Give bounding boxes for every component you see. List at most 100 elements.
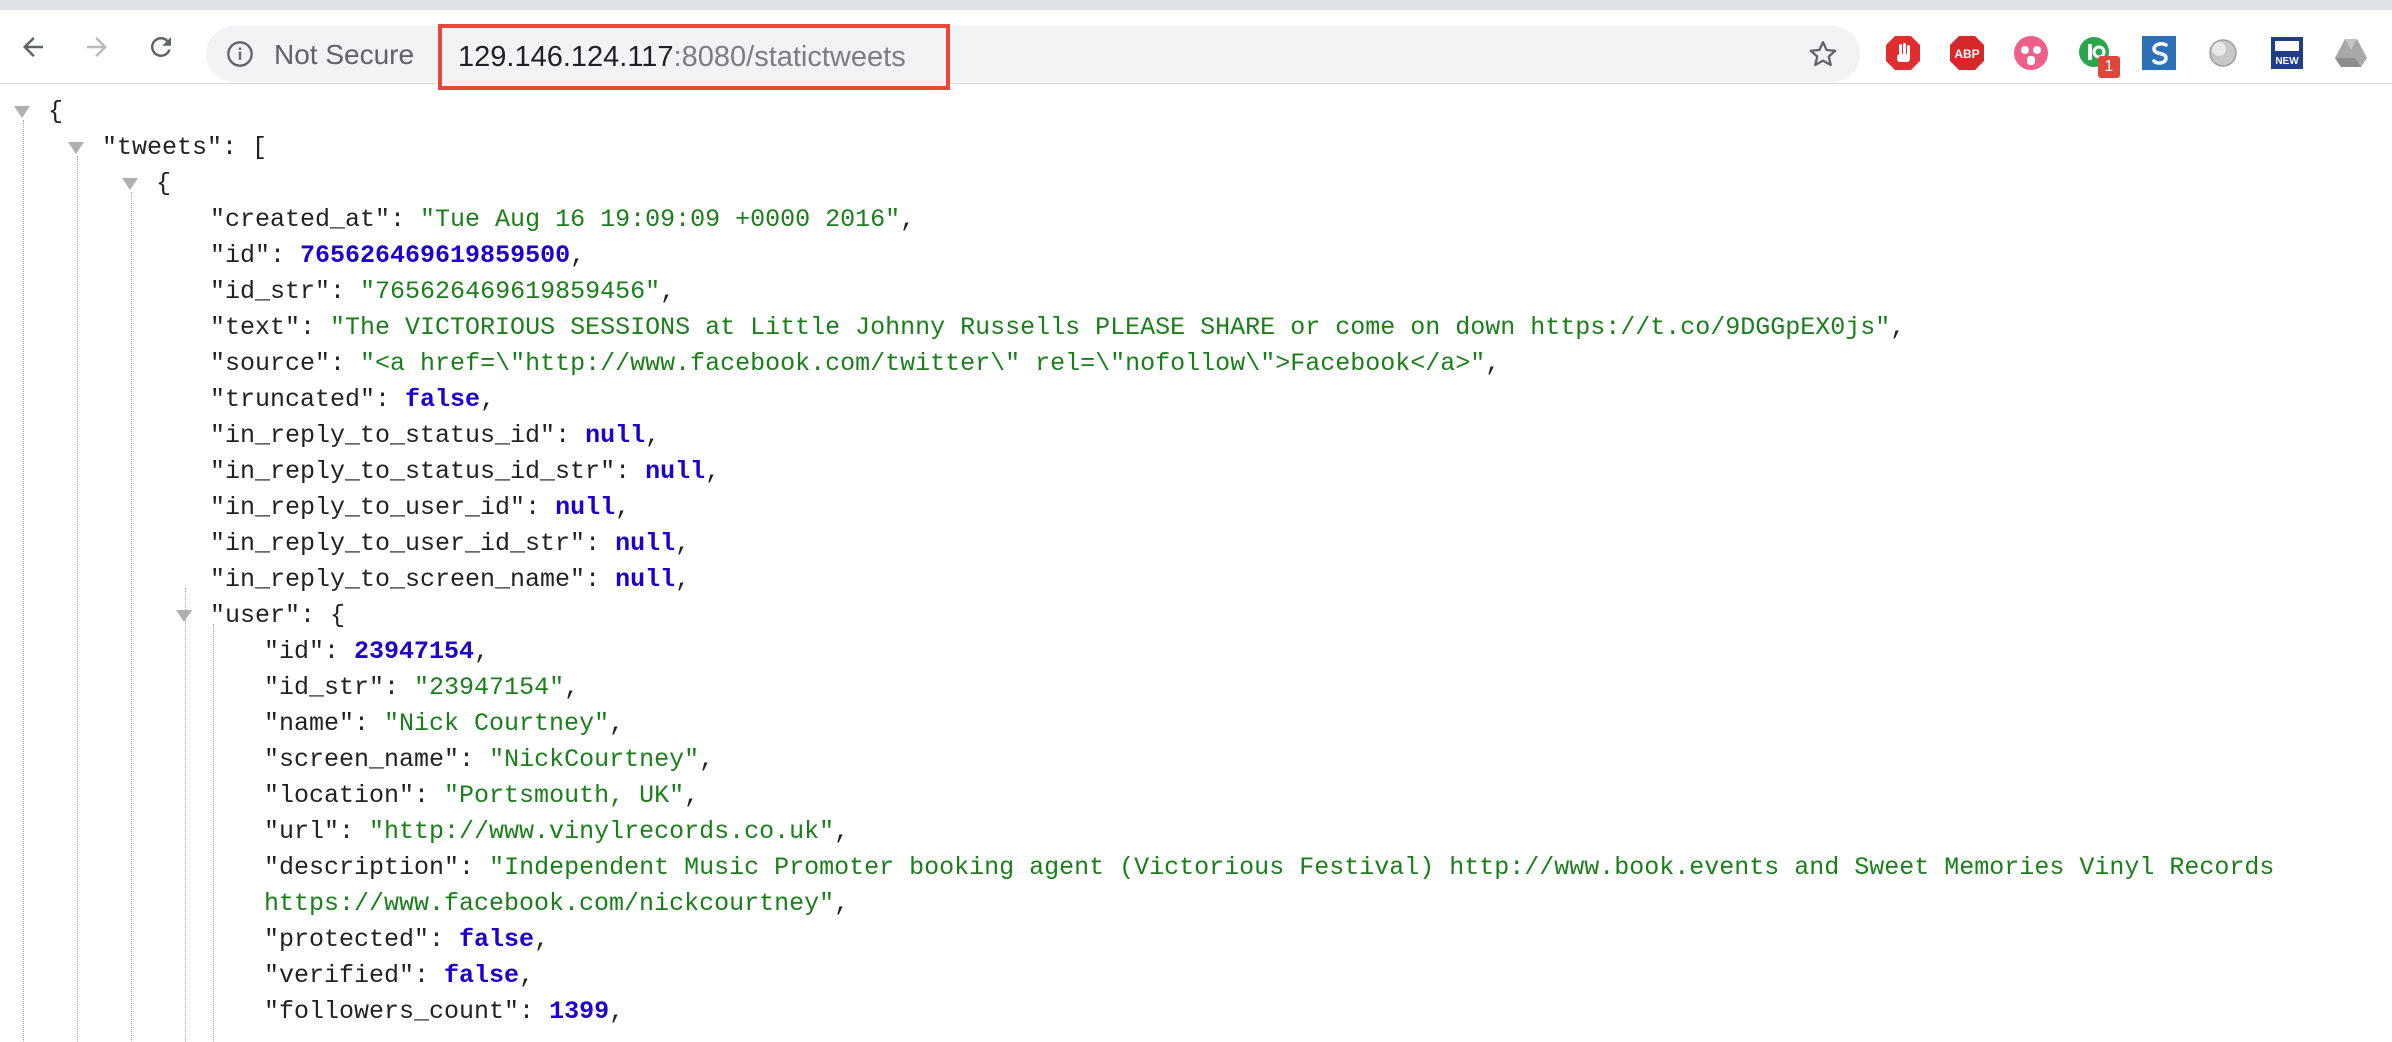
json-null-value: null: [645, 457, 706, 486]
json-line: "id": 23947154,: [264, 637, 490, 666]
stop-hand-icon: [1886, 36, 1920, 70]
json-key: "text": [210, 313, 301, 342]
json-null-value: null: [585, 421, 646, 450]
json-key: "id": [210, 241, 271, 270]
json-line: "description": "Independent Music Promot…: [264, 853, 2275, 882]
json-key: "tweets": [102, 133, 223, 162]
info-icon[interactable]: [226, 40, 254, 68]
json-null-value: null: [615, 565, 676, 594]
json-line: "in_reply_to_status_id": null,: [210, 421, 661, 450]
extension-stop-hand[interactable]: [1884, 34, 1922, 72]
reload-icon: [150, 36, 171, 57]
json-string-value: "23947154": [414, 673, 565, 702]
back-button[interactable]: [14, 28, 52, 66]
json-key: "truncated": [210, 385, 376, 414]
url-highlight-box[interactable]: 129.146.124.117:8080/statictweets: [438, 24, 950, 90]
indent-guide-tweet: [131, 192, 132, 1042]
json-key: "in_reply_to_screen_name": [210, 565, 586, 594]
s-square-icon: [2142, 36, 2176, 70]
json-line: "verified": false,: [264, 961, 535, 990]
extension-pink[interactable]: [2012, 34, 2050, 72]
json-line-tweet-open: {: [156, 169, 172, 198]
extension-s[interactable]: [2140, 34, 2178, 72]
json-key: "screen_name": [264, 745, 460, 774]
json-key: "id_str": [210, 277, 331, 306]
json-line: "text": "The VICTORIOUS SESSIONS at Litt…: [210, 313, 1906, 342]
forward-button[interactable]: [78, 28, 116, 66]
json-key: "in_reply_to_user_id": [210, 493, 526, 522]
json-line: "name": "Nick Courtney",: [264, 709, 625, 738]
abp-icon: ABP: [1950, 36, 1984, 70]
tab-strip: [0, 0, 2392, 10]
json-string-value: "Nick Courtney": [384, 709, 610, 738]
json-key: "url": [264, 817, 340, 846]
collapse-toggle-root[interactable]: [14, 106, 30, 118]
json-key: "description": [264, 853, 460, 882]
json-string-value: "Portsmouth, UK": [444, 781, 685, 810]
json-line-continuation: https://www.facebook.com/nickcourtney",: [264, 889, 850, 918]
extension-sphere[interactable]: [2204, 34, 2242, 72]
json-line: "screen_name": "NickCourtney",: [264, 745, 715, 774]
json-number-value: 1399: [549, 997, 610, 1026]
security-label[interactable]: Not Secure: [274, 39, 414, 71]
json-key: "in_reply_to_status_id": [210, 421, 556, 450]
json-key: "source": [210, 349, 331, 378]
new-icon: NEW: [2271, 37, 2303, 69]
json-line: "followers_count": 1399,: [264, 997, 625, 1026]
json-string-value: "Tue Aug 16 19:09:09 +0000 2016": [420, 205, 901, 234]
json-string-value: "Independent Music Promoter booking agen…: [489, 853, 2275, 882]
json-null-value: null: [555, 493, 616, 522]
json-line: "source": "<a href=\"http://www.facebook…: [210, 349, 1501, 378]
collapse-toggle-tweets[interactable]: [68, 142, 84, 154]
json-boolean-value: false: [444, 961, 520, 990]
json-key: "verified": [264, 961, 415, 990]
json-key: "in_reply_to_status_id_str": [210, 457, 616, 486]
extension-green[interactable]: 1: [2076, 34, 2120, 78]
gray-sphere-icon: [2209, 39, 2237, 67]
browser-toolbar: Not Secure 129.146.124.117:8080/statictw…: [0, 10, 2392, 90]
json-string-value: https://www.facebook.com/nickcourtney": [264, 889, 835, 918]
json-boolean-value: false: [459, 925, 535, 954]
extension-badge: 1: [2098, 56, 2120, 78]
json-line-tweets: "tweets": [: [102, 133, 268, 162]
json-line: "in_reply_to_user_id": null,: [210, 493, 631, 522]
json-line: "in_reply_to_status_id_str": null,: [210, 457, 721, 486]
json-boolean-value: false: [405, 385, 481, 414]
json-null-value: null: [615, 529, 676, 558]
json-key: "in_reply_to_user_id_str": [210, 529, 586, 558]
url-text[interactable]: 129.146.124.117:8080/statictweets: [458, 41, 906, 74]
extension-new[interactable]: NEW: [2268, 34, 2306, 72]
indent-guide-user: [185, 588, 186, 1042]
json-key: "id": [264, 637, 325, 666]
collapse-toggle-tweet[interactable]: [122, 178, 138, 190]
drive-triangle-icon: [2335, 39, 2367, 67]
json-key: "name": [264, 709, 355, 738]
back-arrow-icon: [23, 37, 43, 57]
json-line: "in_reply_to_screen_name": null,: [210, 565, 691, 594]
json-line: "location": "Portsmouth, UK",: [264, 781, 700, 810]
collapse-toggle-user[interactable]: [176, 610, 192, 622]
json-line: "id_str": "23947154",: [264, 673, 580, 702]
indent-guide-root: [23, 120, 24, 1042]
json-key: "location": [264, 781, 415, 810]
json-string-value: "The VICTORIOUS SESSIONS at Little Johnn…: [330, 313, 1891, 342]
json-line: "id_str": "765626469619859456",: [210, 277, 676, 306]
json-line: "created_at": "Tue Aug 16 19:09:09 +0000…: [210, 205, 916, 234]
forward-arrow-icon: [87, 37, 107, 57]
json-key: "user": [210, 601, 301, 630]
reload-button[interactable]: [142, 28, 180, 66]
abp-label: ABP: [1954, 47, 1979, 61]
new-label: NEW: [2275, 56, 2299, 67]
bookmark-star-icon[interactable]: [1808, 39, 1838, 69]
json-key: "created_at": [210, 205, 391, 234]
extension-abp[interactable]: ABP: [1948, 34, 1986, 72]
json-line: "truncated": false,: [210, 385, 496, 414]
json-string-value: "<a href=\"http://www.facebook.com/twitt…: [360, 349, 1486, 378]
indent-guide-user-inner: [213, 624, 214, 1042]
json-key: "protected": [264, 925, 430, 954]
json-line: "protected": false,: [264, 925, 550, 954]
json-string-value: "NickCourtney": [489, 745, 700, 774]
extension-drive[interactable]: [2332, 34, 2370, 72]
url-path: :8080/statictweets: [673, 41, 906, 73]
url-host: 129.146.124.117: [458, 41, 674, 73]
